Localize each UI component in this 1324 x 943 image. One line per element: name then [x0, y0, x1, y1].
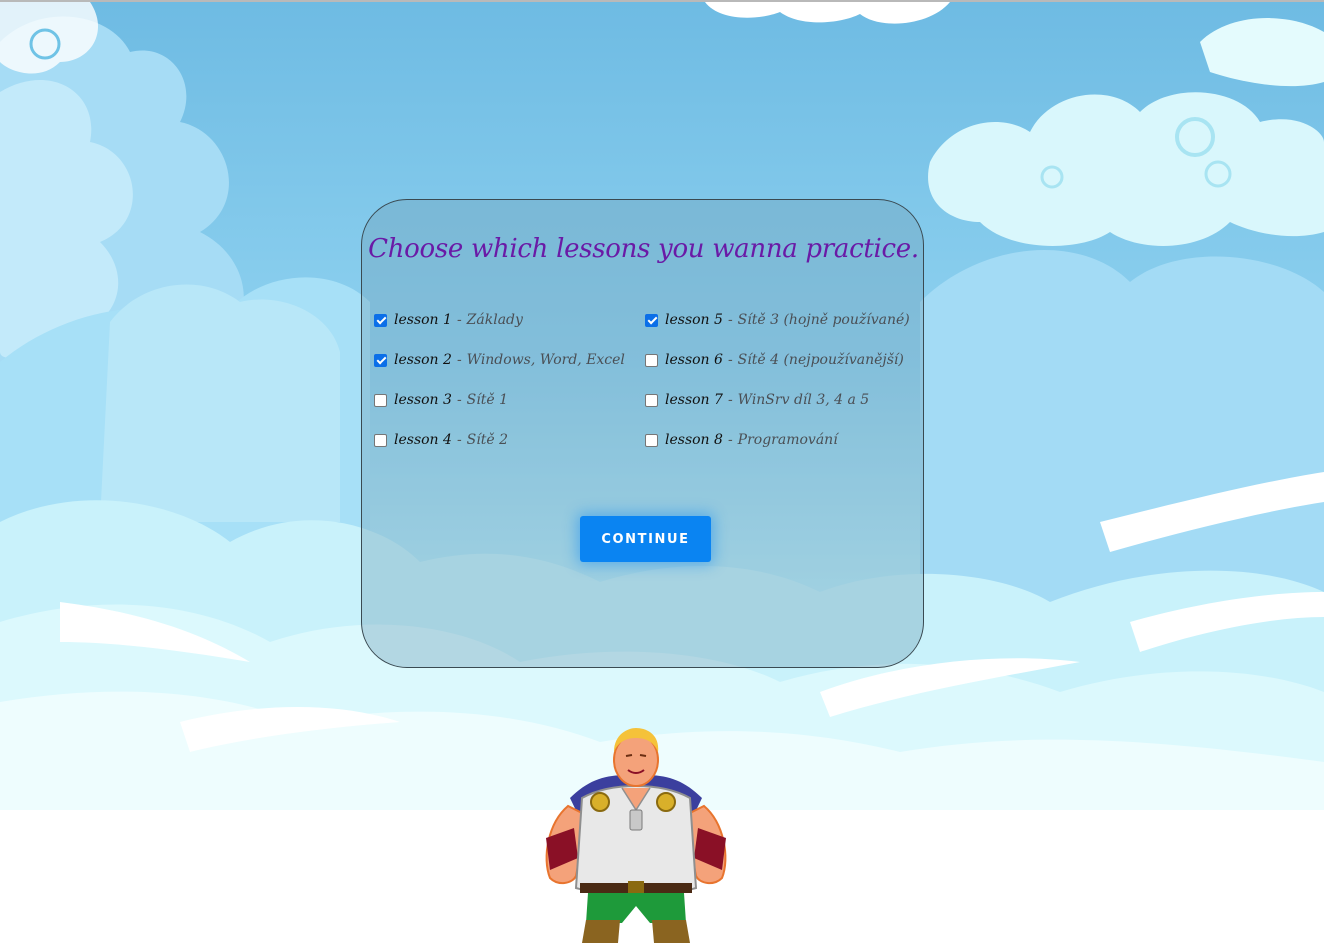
- lesson-topic: Základy: [466, 312, 523, 328]
- lesson-label: lesson 4: [394, 432, 452, 448]
- lesson-label: lesson 6: [665, 352, 723, 368]
- lesson-option-7[interactable]: lesson 7 - WinSrv díl 3, 4 a 5: [645, 389, 869, 411]
- lesson-separator: -: [456, 392, 462, 408]
- lesson-option-4[interactable]: lesson 4 - Sítě 2: [374, 429, 508, 451]
- lesson-label: lesson 1: [394, 312, 452, 328]
- lesson-7-checkbox[interactable]: [645, 393, 658, 407]
- continue-button[interactable]: CONTINUE: [580, 516, 711, 562]
- lesson-selection-panel: Choose which lessons you wanna practice.…: [361, 199, 924, 668]
- lesson-separator: -: [727, 352, 733, 368]
- lesson-topic: Windows, Word, Excel: [466, 352, 625, 368]
- lesson-8-checkbox[interactable]: [645, 433, 658, 447]
- lesson-separator: -: [456, 352, 462, 368]
- lesson-label: lesson 5: [665, 312, 723, 328]
- lesson-1-checkbox[interactable]: [374, 313, 387, 327]
- lesson-option-8[interactable]: lesson 8 - Programování: [645, 429, 838, 451]
- lesson-label: lesson 3: [394, 392, 452, 408]
- lesson-5-checkbox[interactable]: [645, 313, 658, 327]
- lesson-option-5[interactable]: lesson 5 - Sítě 3 (hojně používané): [645, 309, 910, 331]
- lesson-separator: -: [727, 432, 733, 448]
- lesson-topic: Programování: [737, 432, 838, 448]
- lesson-topic: WinSrv díl 3, 4 a 5: [737, 392, 870, 408]
- lesson-option-2[interactable]: lesson 2 - Windows, Word, Excel: [374, 349, 625, 371]
- page-title: Choose which lessons you wanna practice.: [368, 234, 919, 264]
- lesson-topic: Sítě 4 (nejpoužívanější): [737, 352, 904, 368]
- lesson-3-checkbox[interactable]: [374, 393, 387, 407]
- lesson-option-3[interactable]: lesson 3 - Sítě 1: [374, 389, 508, 411]
- lesson-label: lesson 7: [665, 392, 723, 408]
- lesson-topic: Sítě 2: [466, 432, 509, 448]
- lesson-separator: -: [456, 432, 462, 448]
- lesson-4-checkbox[interactable]: [374, 433, 387, 447]
- lesson-label: lesson 2: [394, 352, 452, 368]
- viking-hero-character: [540, 728, 732, 943]
- lesson-2-checkbox[interactable]: [374, 353, 387, 367]
- lesson-option-6[interactable]: lesson 6 - Sítě 4 (nejpoužívanější): [645, 349, 904, 371]
- lesson-separator: -: [456, 312, 462, 328]
- lesson-separator: -: [727, 312, 733, 328]
- lesson-topic: Sítě 1: [466, 392, 509, 408]
- lesson-topic: Sítě 3 (hojně používané): [737, 312, 910, 328]
- lesson-label: lesson 8: [665, 432, 723, 448]
- lesson-separator: -: [727, 392, 733, 408]
- lesson-option-1[interactable]: lesson 1 - Základy: [374, 309, 523, 331]
- lesson-6-checkbox[interactable]: [645, 353, 658, 367]
